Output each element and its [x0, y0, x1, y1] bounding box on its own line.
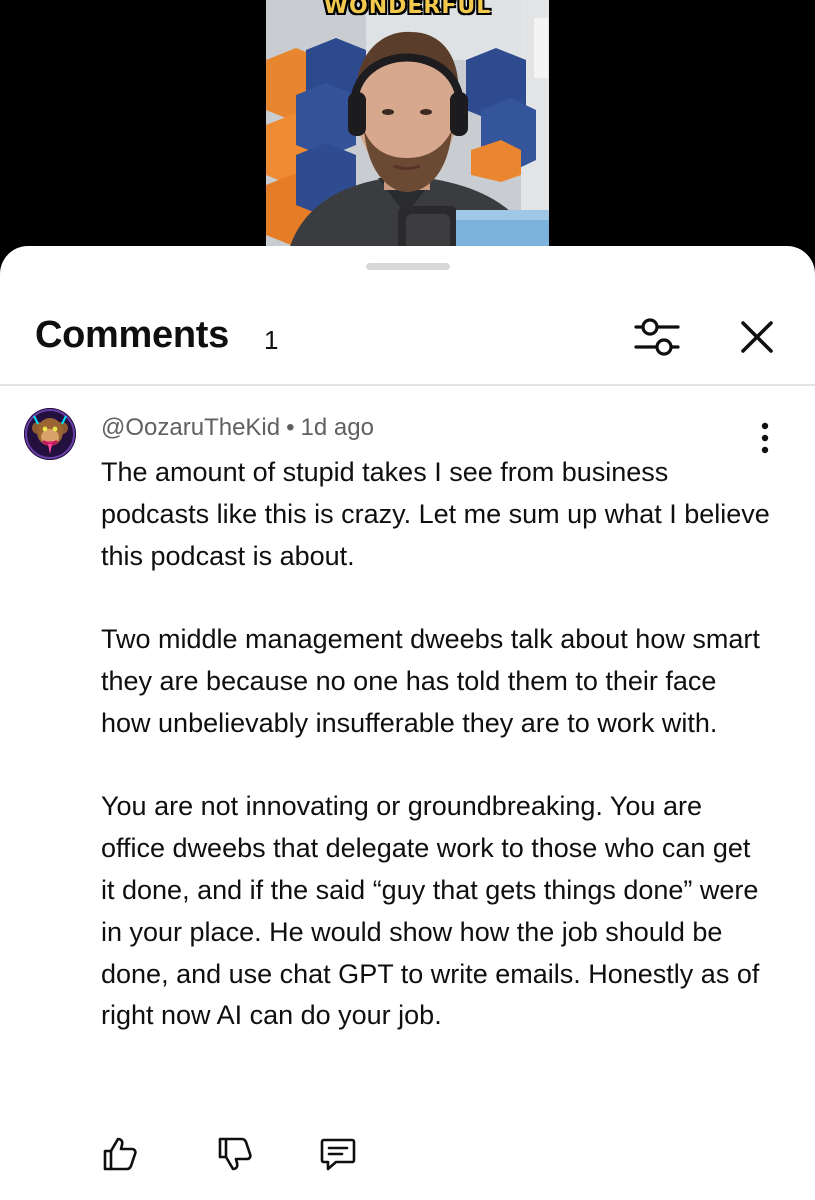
monkey-avatar-icon [24, 408, 76, 460]
filter-button[interactable] [630, 316, 684, 358]
video-frame[interactable]: WONDERFUL [266, 0, 549, 262]
comment-time: 1d ago [300, 414, 374, 441]
thumb-up-icon [103, 1137, 137, 1171]
comment-author[interactable]: @OozaruTheKid [101, 414, 280, 441]
comment-text: The amount of stupid takes I see from bu… [101, 452, 771, 1037]
comment-paragraph: Two middle management dweebs talk about … [101, 624, 760, 738]
comment-actions [0, 1134, 815, 1184]
like-button[interactable] [100, 1134, 140, 1174]
comments-sheet: Comments 1 @OozaruTheKid • 1d ago The am… [0, 246, 815, 1200]
comment-paragraph: The amount of stupid takes I see from bu… [101, 457, 770, 571]
video-thumbnail [266, 0, 549, 262]
comment-count: 1 [264, 325, 279, 355]
drag-handle[interactable] [366, 263, 450, 270]
dislike-button[interactable] [215, 1134, 255, 1174]
close-button[interactable] [734, 314, 780, 360]
sheet-title: Comments [35, 314, 229, 356]
tune-icon [634, 318, 680, 356]
avatar[interactable] [24, 408, 76, 460]
comment-paragraph: You are not innovating or groundbreaking… [101, 791, 760, 1031]
comment-reply-icon [320, 1138, 356, 1171]
sheet-header: Comments 1 [0, 302, 815, 384]
more-vertical-icon [761, 422, 769, 454]
meta-separator: • [286, 414, 295, 441]
more-options-button[interactable] [748, 420, 782, 456]
video-player[interactable]: WONDERFUL [0, 0, 815, 262]
thumb-down-icon [218, 1137, 252, 1171]
close-icon [741, 321, 773, 353]
comment-item: @OozaruTheKid • 1d ago The amount of stupi… [0, 386, 815, 1200]
comment-meta: @OozaruTheKid • 1d ago [101, 414, 374, 442]
app-screen: WONDERFUL Comments 1 @OozaruTheKid • 1d … [0, 0, 815, 1200]
video-caption: WONDERFUL [323, 0, 492, 19]
reply-button[interactable] [318, 1134, 358, 1174]
